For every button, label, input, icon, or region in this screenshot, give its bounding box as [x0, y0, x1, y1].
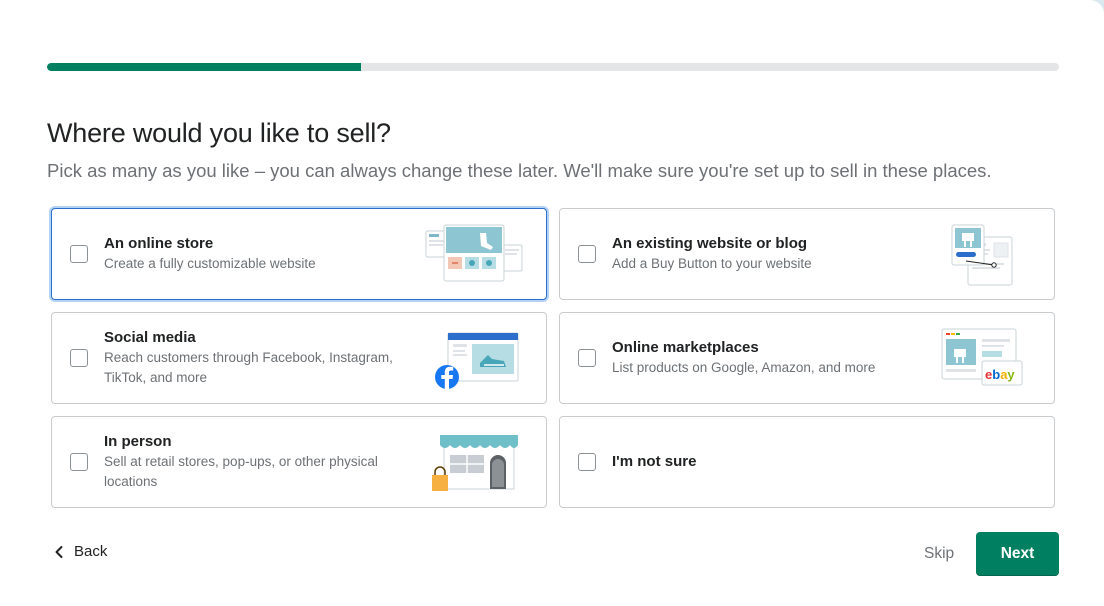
option-description: Create a fully customizable website: [104, 256, 316, 271]
ebay-logo: ebay: [985, 367, 1015, 382]
option-description: List products on Google, Amazon, and mor…: [612, 360, 876, 375]
option-title: Social media: [104, 329, 196, 346]
page-subtitle: Pick as many as you like – you can alway…: [47, 160, 992, 181]
website-blog-illustration: [951, 224, 1013, 286]
option-description: Sell at retail stores, pop-ups, or other…: [104, 454, 378, 489]
option-title: An online store: [104, 235, 214, 252]
checkbox-social-media[interactable]: [70, 349, 88, 367]
online-store-illustration: [425, 224, 523, 282]
progress-bar: [47, 63, 1059, 71]
option-not-sure[interactable]: I'm not sure: [559, 416, 1055, 508]
option-online-marketplaces[interactable]: Online marketplaces List products on Goo…: [559, 312, 1055, 404]
storefront-illustration: [432, 435, 518, 491]
checkbox-existing-website[interactable]: [578, 245, 596, 263]
option-title: I'm not sure: [612, 453, 697, 470]
option-title: In person: [104, 433, 172, 450]
back-button[interactable]: Back: [54, 543, 107, 560]
next-button[interactable]: Next: [976, 532, 1059, 576]
checkbox-online-store[interactable]: [70, 245, 88, 263]
option-description: Add a Buy Button to your website: [612, 256, 812, 271]
option-existing-website[interactable]: An existing website or blog Add a Buy Bu…: [559, 208, 1055, 300]
option-title: Online marketplaces: [612, 339, 759, 356]
checkbox-in-person[interactable]: [70, 453, 88, 471]
checkbox-not-sure[interactable]: [578, 453, 596, 471]
option-social-media[interactable]: Social media Reach customers through Fac…: [51, 312, 547, 404]
option-in-person[interactable]: In person Sell at retail stores, pop-ups…: [51, 416, 547, 508]
skip-button[interactable]: Skip: [924, 545, 954, 563]
back-label: Back: [74, 543, 108, 560]
option-online-store[interactable]: An online store Create a fully customiza…: [51, 208, 547, 300]
option-description: Reach customers through Facebook, Instag…: [104, 350, 393, 385]
checkbox-online-marketplaces[interactable]: [578, 349, 596, 367]
page-title: Where would you like to sell?: [47, 118, 391, 148]
progress-fill: [47, 63, 361, 71]
social-media-illustration: [435, 332, 519, 389]
marketplaces-illustration: ebay: [941, 328, 1023, 386]
onboarding-panel: Where would you like to sell? Pick as ma…: [0, 0, 1104, 606]
chevron-left-icon: [55, 545, 63, 558]
option-title: An existing website or blog: [612, 235, 808, 252]
